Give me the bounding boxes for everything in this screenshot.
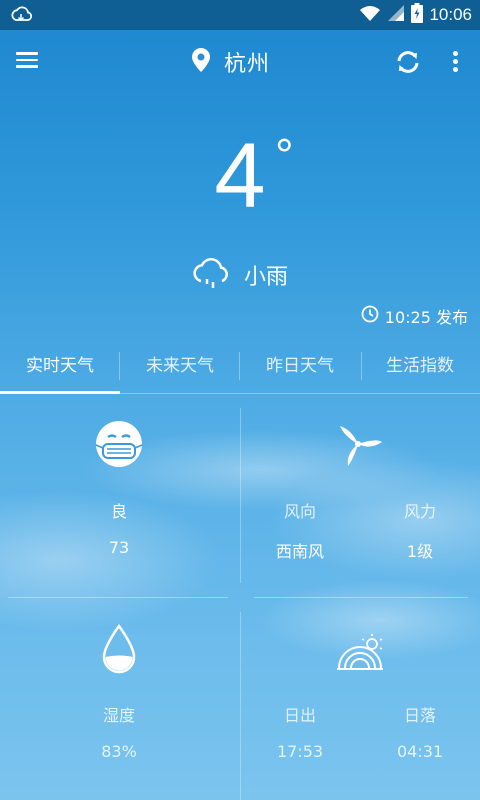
humidity-value: 83% xyxy=(101,742,137,761)
clock-text: 10:06 xyxy=(429,5,472,24)
air-quality-index: 73 xyxy=(108,538,130,557)
condition-text: 小雨 xyxy=(244,265,289,290)
tabs-divider xyxy=(0,393,480,394)
temperature-value: 4 xyxy=(214,125,266,227)
water-drop-icon xyxy=(102,623,136,678)
city-selector[interactable]: 杭州 xyxy=(192,46,270,78)
tab-life-index[interactable]: 生活指数 xyxy=(360,340,480,394)
air-quality-level: 良 xyxy=(110,502,127,521)
wind-direction-label: 风向 xyxy=(283,502,316,521)
sunset-label: 日落 xyxy=(403,706,436,725)
mask-face-icon xyxy=(95,420,143,472)
menu-icon[interactable] xyxy=(16,48,46,76)
more-options-icon[interactable] xyxy=(448,48,462,76)
tab-forecast[interactable]: 未来天气 xyxy=(120,340,240,394)
status-bar: 10:06 xyxy=(0,0,480,30)
light-rain-icon xyxy=(190,255,234,295)
wind-force-label: 风力 xyxy=(403,502,436,521)
city-name: 杭州 xyxy=(224,52,271,77)
location-pin-icon xyxy=(192,48,210,76)
tab-divider xyxy=(119,352,120,380)
sunrise-label: 日出 xyxy=(283,706,316,725)
wifi-icon xyxy=(359,4,381,26)
weather-tabs: 实时天气 未来天气 昨日天气 生活指数 xyxy=(0,340,480,394)
sunrise-value: 17:53 xyxy=(276,742,324,761)
cloud-sync-icon xyxy=(10,5,33,29)
grid-divider xyxy=(254,597,468,598)
wind-direction-value: 西南风 xyxy=(275,542,324,561)
clock-icon xyxy=(361,305,379,327)
tab-divider xyxy=(239,352,240,380)
grid-divider xyxy=(8,597,228,598)
sunrise-icon xyxy=(336,632,384,676)
tab-divider xyxy=(361,352,362,380)
signal-icon xyxy=(387,4,405,26)
sunset-value: 04:31 xyxy=(396,742,444,761)
temperature-unit: ° xyxy=(275,129,294,181)
wind-turbine-icon xyxy=(336,420,384,474)
weather-condition: 小雨 xyxy=(190,255,288,295)
current-temperature: 4 ° xyxy=(0,130,480,222)
humidity-label: 湿度 xyxy=(102,706,135,725)
refresh-icon[interactable] xyxy=(394,48,422,76)
tab-yesterday[interactable]: 昨日天气 xyxy=(240,340,360,394)
tab-realtime[interactable]: 实时天气 xyxy=(0,340,120,394)
battery-icon xyxy=(411,3,424,27)
wind-force-value: 1级 xyxy=(406,542,434,561)
publish-time: 10:25 发布 xyxy=(361,304,468,328)
publish-time-text: 10:25 发布 xyxy=(384,308,468,327)
toolbar: 杭州 xyxy=(0,30,480,92)
